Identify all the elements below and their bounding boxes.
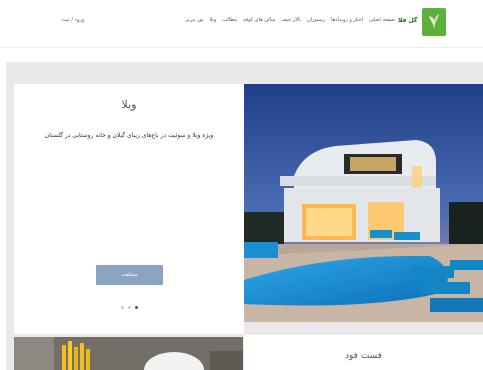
- nav-item-news[interactable]: اخبار و رویدادها: [331, 17, 363, 23]
- carousel-dot-active[interactable]: [134, 306, 138, 309]
- nav-item-tour[interactable]: تور تبریز: [186, 17, 204, 23]
- leaf-icon: [429, 14, 439, 29]
- carousel-dot[interactable]: [127, 306, 131, 309]
- logo[interactable]: [422, 8, 446, 36]
- nav-item-villa[interactable]: ویلا: [210, 17, 217, 23]
- card-title: ویلا: [121, 98, 137, 111]
- nav-item-hall[interactable]: تالار چیف: [281, 17, 301, 23]
- site-header: گل فلا صفحه اصلی اخبار و رویدادها رستورا…: [0, 0, 483, 48]
- fastfood-photo: [14, 337, 243, 370]
- carousel-dot[interactable]: [120, 306, 124, 309]
- nav-item-home[interactable]: صفحه اصلی: [369, 17, 395, 23]
- view-button[interactable]: مشاهده: [96, 265, 163, 285]
- brand-name[interactable]: گل فلا: [398, 17, 417, 24]
- nav-item-articles[interactable]: مطالب: [222, 17, 237, 23]
- login-link[interactable]: ورود / ثبت: [62, 17, 84, 23]
- villa-card: ویلا ویژه ویلا و سوئیت در باغ‌های زیبای …: [14, 84, 244, 334]
- nav-item-salons[interactable]: سالن های کوفه: [243, 17, 275, 23]
- main-nav: صفحه اصلی اخبار و رویدادها رستوران تالار…: [186, 17, 395, 23]
- card-description: ویژه ویلا و سوئیت در باغ‌های زیبای گیلان…: [44, 132, 214, 139]
- nav-item-restaurant[interactable]: رستوران: [307, 17, 325, 23]
- card2-title: فست فود: [345, 351, 382, 361]
- villa-photo: [244, 84, 483, 322]
- fastfood-card: فست فود: [244, 335, 483, 370]
- carousel-dots: [14, 306, 244, 309]
